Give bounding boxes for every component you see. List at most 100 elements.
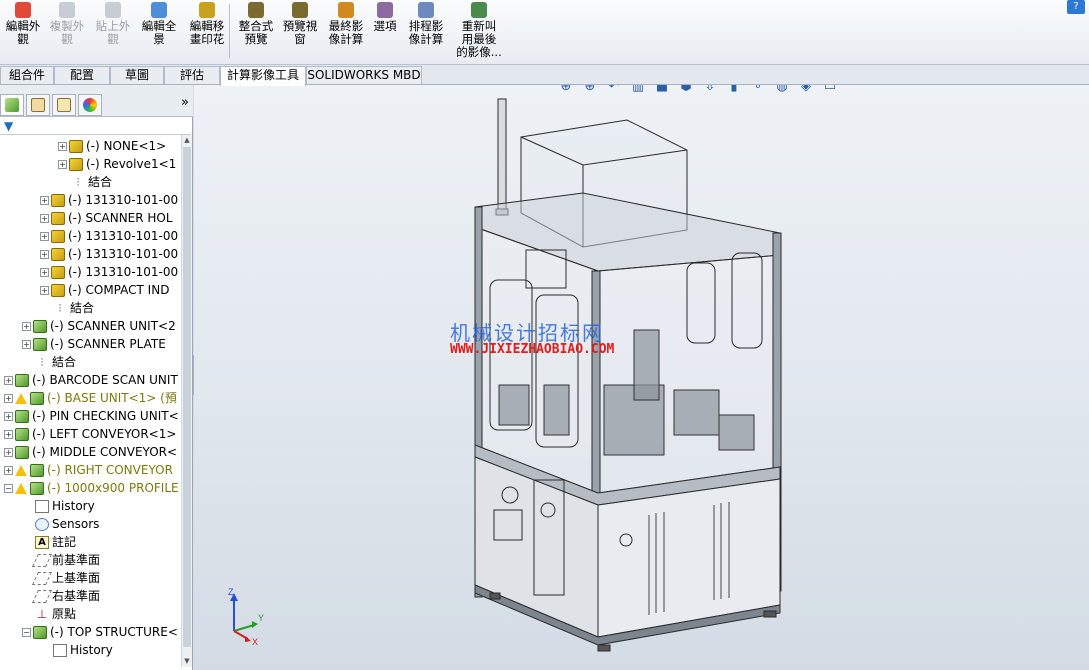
integrated-preview-icon bbox=[248, 2, 264, 18]
tree-node-label: (-) 1000x900 PROFILE bbox=[47, 481, 179, 495]
help-button[interactable]: ? bbox=[1067, 0, 1085, 14]
options-button[interactable]: 選項 bbox=[370, 2, 400, 62]
tree-node[interactable]: + (-) BARCODE SCAN UNIT bbox=[4, 371, 178, 389]
scroll-up-icon[interactable]: ▲ bbox=[183, 136, 191, 145]
scroll-down-icon[interactable]: ▼ bbox=[183, 657, 191, 666]
tree-node[interactable]: A 註記 bbox=[22, 533, 76, 551]
feature-tree: + (-) NONE<1> + (-) Revolve1<1 ⫶ 結合 + (-) 13131… bbox=[0, 135, 182, 667]
tree-node[interactable]: + (-) LEFT CONVEYOR<1> bbox=[4, 425, 176, 443]
expand-icon[interactable]: + bbox=[40, 286, 49, 295]
tree-node[interactable]: ⊥ 原點 bbox=[22, 605, 76, 623]
expand-icon[interactable]: + bbox=[4, 412, 13, 421]
tab-2[interactable]: 草圖 bbox=[110, 66, 164, 84]
tree-node[interactable]: + (-) BASE UNIT<1> (預 bbox=[4, 389, 177, 407]
tree-node-label: Sensors bbox=[52, 517, 100, 531]
tree-node[interactable]: + (-) SCANNER PLATE bbox=[22, 335, 166, 353]
ribbon-button-label: 編輯外 觀 bbox=[5, 19, 41, 46]
configuration-icon bbox=[57, 98, 71, 112]
tree-node[interactable]: + (-) SCANNER UNIT<2 bbox=[22, 317, 176, 335]
integrated-preview-button[interactable]: 整合式 預覽 bbox=[236, 2, 276, 62]
expand-icon[interactable]: + bbox=[22, 322, 31, 331]
collapse-icon[interactable]: − bbox=[4, 484, 13, 493]
filter-icon[interactable]: ▼ bbox=[4, 119, 13, 133]
tree-node[interactable]: ⫶ 結合 bbox=[58, 173, 112, 191]
tree-node-label: 前基準面 bbox=[52, 553, 101, 567]
ribbon-separator bbox=[229, 4, 230, 58]
tree-node[interactable]: + (-) SCANNER HOL bbox=[40, 209, 173, 227]
expand-icon[interactable]: + bbox=[40, 214, 49, 223]
tree-node-label: 上基準面 bbox=[52, 571, 101, 585]
subassembly-icon bbox=[51, 284, 65, 297]
tree-node[interactable]: History bbox=[22, 497, 95, 515]
final-render-icon bbox=[338, 2, 354, 18]
tab-3[interactable]: 評估 bbox=[164, 66, 220, 84]
tree-node[interactable]: 上基準面 bbox=[22, 569, 100, 587]
collapse-icon[interactable]: − bbox=[22, 628, 31, 637]
scene-button[interactable]: 編輯全 景 bbox=[138, 2, 180, 62]
tree-node[interactable]: ⫶ 結合 bbox=[22, 353, 76, 371]
preview-window-icon bbox=[292, 2, 308, 18]
more-tabs-icon[interactable]: » bbox=[181, 95, 189, 110]
tree-node[interactable]: + (-) 131310-101-00 bbox=[40, 245, 178, 263]
tree-node-label: (-) COMPACT IND bbox=[68, 283, 170, 297]
expand-icon[interactable]: + bbox=[4, 394, 13, 403]
tab-1[interactable]: 配置 bbox=[54, 66, 110, 84]
feature-tree-icon bbox=[5, 98, 19, 112]
decal-button[interactable]: 編輯移 畫印花 bbox=[184, 2, 230, 62]
tab-4[interactable]: 計算影像工具 bbox=[220, 66, 306, 86]
appearance-button[interactable]: 編輯外 觀 bbox=[2, 2, 44, 62]
tree-node[interactable]: + (-) MIDDLE CONVEYOR< bbox=[4, 443, 177, 461]
command-manager-tabs: 組合件 配置 草圖 評估 計算影像工具 SOLIDWORKS MBD bbox=[0, 65, 1089, 86]
tree-node[interactable]: + (-) COMPACT IND bbox=[40, 281, 169, 299]
preview-window-button[interactable]: 預覽視 窗 bbox=[280, 2, 320, 62]
final-render-button[interactable]: 最終影 像計算 bbox=[326, 2, 366, 62]
tree-node[interactable]: + (-) PIN CHECKING UNIT< bbox=[4, 407, 179, 425]
tree-node[interactable]: History bbox=[40, 641, 113, 659]
tree-node[interactable]: ⫶ 結合 bbox=[40, 299, 94, 317]
expand-icon[interactable]: + bbox=[40, 250, 49, 259]
annotations-icon: A bbox=[35, 536, 49, 549]
tree-node[interactable]: − (-) TOP STRUCTURE< bbox=[22, 623, 178, 641]
tree-node[interactable]: − (-) 1000x900 PROFILE bbox=[4, 479, 179, 497]
tree-node[interactable]: + (-) Revolve1<1 bbox=[58, 155, 176, 173]
graphics-viewport[interactable]: ⊕ ⊕ ↶ ▥ ■ ⬢ ⇩ ▮ ∘ ◍ ◈ ▭ 机械设计招标网 WWW.JIXI… bbox=[194, 85, 1089, 670]
expand-icon[interactable]: + bbox=[22, 340, 31, 349]
scroll-thumb[interactable] bbox=[183, 147, 191, 647]
tab-0[interactable]: 組合件 bbox=[0, 66, 54, 84]
machine-assembly-model[interactable] bbox=[194, 85, 1089, 670]
property-manager-tab[interactable] bbox=[26, 94, 50, 116]
expand-icon[interactable]: + bbox=[40, 232, 49, 241]
expand-icon[interactable]: + bbox=[40, 268, 49, 277]
expand-icon[interactable]: + bbox=[58, 160, 67, 169]
tree-node[interactable]: + (-) 131310-101-00 bbox=[40, 227, 178, 245]
assembly-icon bbox=[15, 446, 29, 459]
recall-last-image-button[interactable]: 重新叫 用最後 的影像... bbox=[452, 2, 506, 62]
tree-node-label: (-) TOP STRUCTURE< bbox=[50, 625, 178, 639]
tree-node-label: (-) 131310-101-00 bbox=[68, 247, 179, 261]
tree-node-label: 結合 bbox=[70, 301, 95, 315]
schedule-render-button[interactable]: 排程影 像計算 bbox=[404, 2, 448, 62]
expand-icon[interactable]: + bbox=[4, 376, 13, 385]
expand-icon[interactable]: + bbox=[40, 196, 49, 205]
expand-icon[interactable]: + bbox=[58, 142, 67, 151]
feature-tree-tab[interactable] bbox=[0, 94, 24, 116]
tree-node[interactable]: Sensors bbox=[22, 515, 99, 533]
tree-node[interactable]: + (-) RIGHT CONVEYOR bbox=[4, 461, 173, 479]
coordinate-triad: Z Y X bbox=[228, 587, 264, 645]
tree-node-label: (-) SCANNER HOL bbox=[68, 211, 173, 225]
expand-icon[interactable]: + bbox=[4, 448, 13, 457]
tree-node[interactable]: + (-) 131310-101-00 bbox=[40, 263, 178, 281]
expand-icon[interactable]: + bbox=[4, 430, 13, 439]
tree-node[interactable]: + (-) NONE<1> bbox=[58, 137, 166, 155]
tree-scrollbar[interactable]: ▲ ▼ bbox=[181, 135, 192, 667]
tree-node[interactable]: 右基準面 bbox=[22, 587, 100, 605]
ribbon-button-label: 整合式 預覽 bbox=[238, 19, 274, 46]
configuration-manager-tab[interactable] bbox=[52, 94, 76, 116]
display-manager-tab[interactable] bbox=[78, 94, 102, 116]
tree-filter-bar[interactable]: ▼ bbox=[0, 117, 191, 135]
tree-node[interactable]: 前基準面 bbox=[22, 551, 100, 569]
tab-5[interactable]: SOLIDWORKS MBD bbox=[306, 66, 422, 84]
expand-icon[interactable]: + bbox=[4, 466, 13, 475]
tree-node[interactable]: + (-) 131310-101-00 bbox=[40, 191, 178, 209]
assembly-icon bbox=[30, 482, 44, 495]
